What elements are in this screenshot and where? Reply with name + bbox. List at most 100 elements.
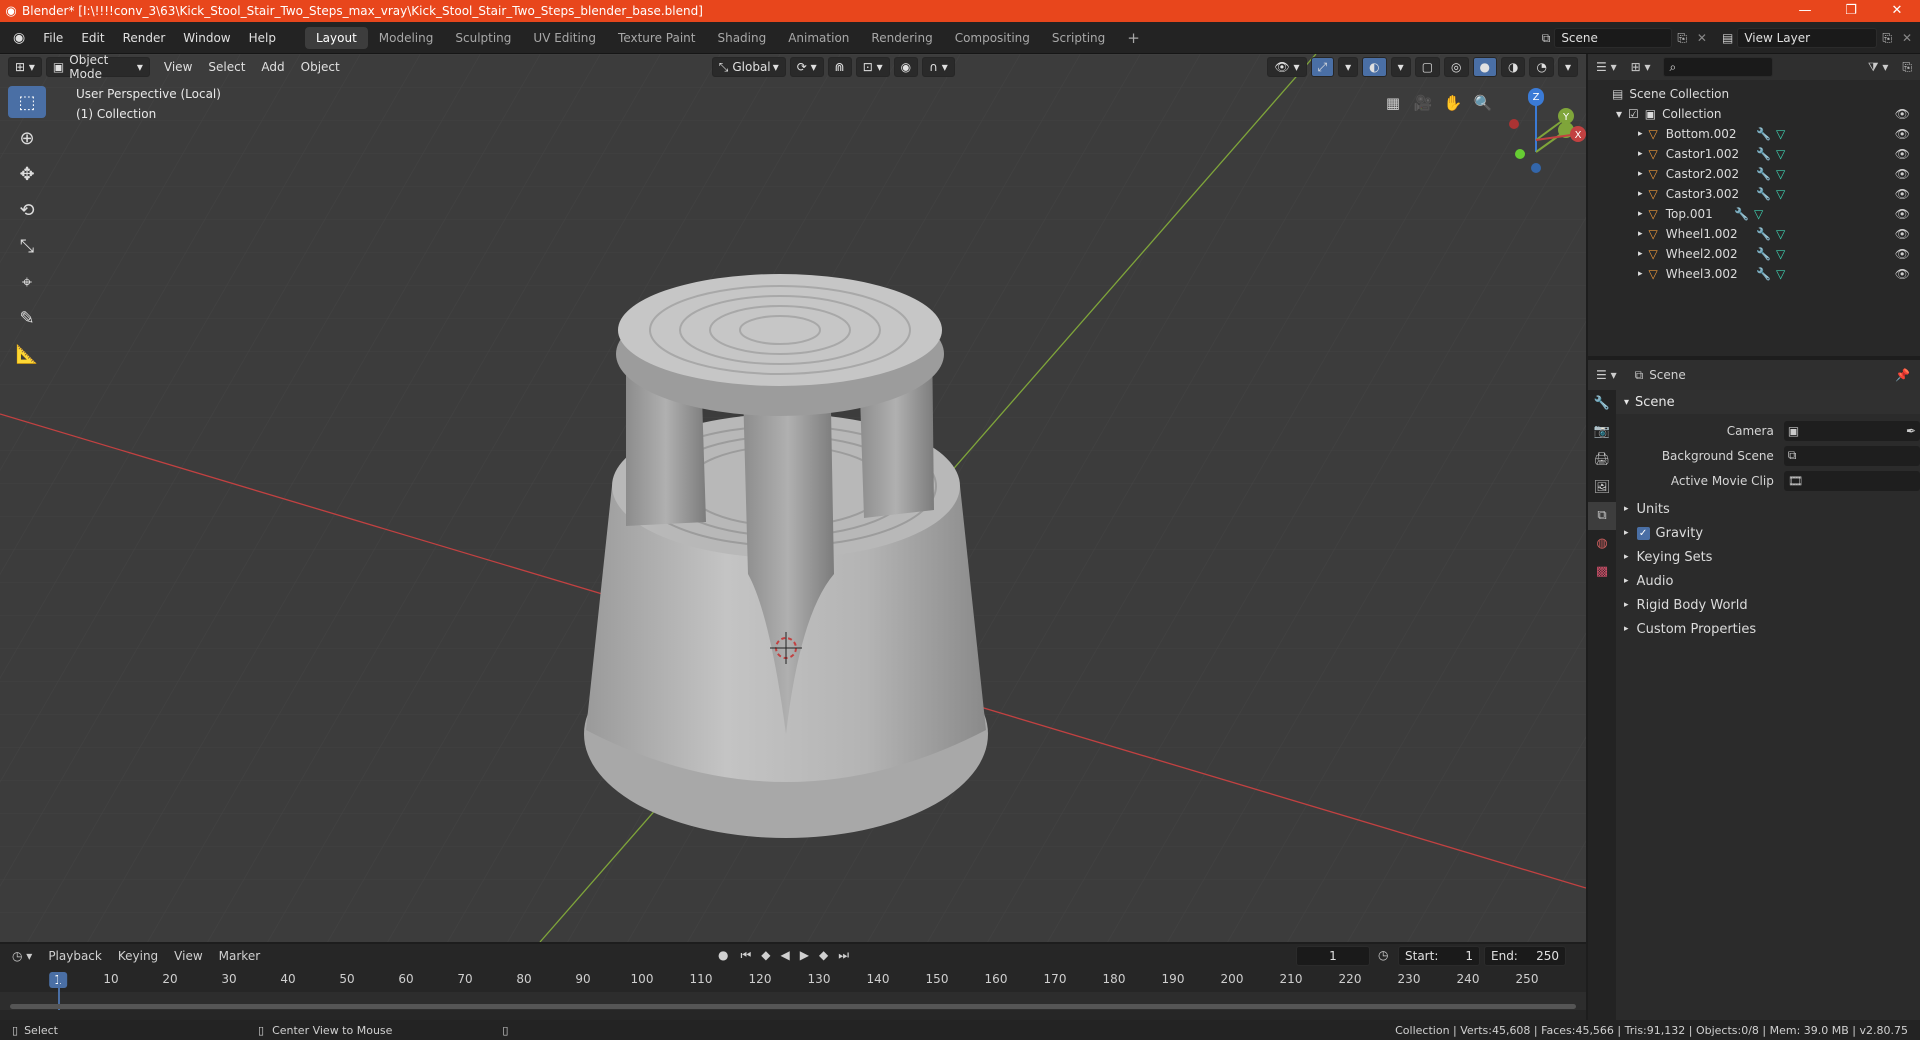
outliner-item[interactable]: ▸ ▽ Top.001 🔧 ▽ 👁 bbox=[1588, 204, 1920, 224]
outliner-item[interactable]: ▸ ▽ Castor2.002 🔧 ▽ 👁 bbox=[1588, 164, 1920, 184]
tab-modeling[interactable]: Modeling bbox=[368, 27, 445, 49]
select-box-tool[interactable]: ⬚ bbox=[8, 86, 46, 118]
tab-shading[interactable]: Shading bbox=[706, 27, 777, 49]
expand-arrow-icon[interactable]: ▸ bbox=[1638, 209, 1643, 219]
view-layer-field[interactable]: View Layer bbox=[1737, 28, 1878, 48]
eye-icon[interactable]: 👁 bbox=[1895, 167, 1910, 181]
transform-tool[interactable]: ⌖ bbox=[8, 266, 46, 298]
background-scene-field[interactable]: ⧉ bbox=[1783, 445, 1920, 466]
scene-panel-header[interactable]: ▾ Scene bbox=[1616, 390, 1920, 414]
pan-hand-icon[interactable]: ✋ bbox=[1438, 88, 1468, 118]
view-layer-tab-icon[interactable]: 🖼 bbox=[1588, 474, 1616, 502]
audio-panel-header[interactable]: ▸ Audio bbox=[1616, 569, 1920, 593]
texture-tab-icon[interactable]: ▩ bbox=[1588, 558, 1616, 586]
active-movie-clip-field[interactable]: 🎞 bbox=[1783, 470, 1920, 491]
gizmo-toggle[interactable]: ⤢ bbox=[1310, 57, 1335, 77]
grid-view-icon[interactable]: ▦ bbox=[1378, 88, 1408, 118]
transform-orientation-dropdown[interactable]: ⤡ Global ▾ bbox=[711, 57, 786, 77]
expand-arrow-icon[interactable]: ▾ bbox=[1616, 107, 1622, 121]
blender-menu-icon[interactable]: ◉ bbox=[4, 30, 34, 46]
scale-tool[interactable]: ⤡ bbox=[8, 230, 46, 262]
shading-wireframe[interactable]: ◎ bbox=[1444, 57, 1469, 77]
3d-viewport[interactable]: Z Y X ⊞ ▾ ▣ Object Mode ▾ View Select Ad… bbox=[0, 54, 1586, 942]
gravity-checkbox[interactable]: ✓ bbox=[1636, 526, 1650, 540]
custom-properties-panel-header[interactable]: ▸ Custom Properties bbox=[1616, 617, 1920, 641]
shading-dropdown[interactable]: ▾ bbox=[1557, 57, 1578, 77]
outliner-item[interactable]: ▸ ▽ Castor1.002 🔧 ▽ 👁 bbox=[1588, 144, 1920, 164]
menu-object[interactable]: Object bbox=[293, 60, 348, 74]
zoom-icon[interactable]: 🔍 bbox=[1468, 88, 1498, 118]
snap-toggle[interactable]: ⋒ bbox=[827, 57, 852, 77]
keying-sets-panel-header[interactable]: ▸ Keying Sets bbox=[1616, 545, 1920, 569]
tool-tab-icon[interactable]: 🔧 bbox=[1588, 390, 1616, 418]
maximize-button[interactable]: ❐ bbox=[1828, 0, 1874, 22]
tab-rendering[interactable]: Rendering bbox=[860, 27, 943, 49]
menu-marker[interactable]: Marker bbox=[211, 949, 268, 963]
overlay-toggle[interactable]: ◐ bbox=[1362, 57, 1387, 77]
end-frame-field[interactable]: End: 250 bbox=[1484, 946, 1566, 966]
clock-icon[interactable]: ◷ bbox=[1378, 948, 1388, 962]
timeline-track[interactable] bbox=[0, 972, 1586, 1010]
tab-sculpting[interactable]: Sculpting bbox=[444, 27, 522, 49]
shading-solid[interactable]: ● bbox=[1472, 57, 1497, 77]
gizmo-dropdown[interactable]: ▾ bbox=[1338, 57, 1359, 77]
start-frame-field[interactable]: Start: 1 bbox=[1398, 946, 1480, 966]
proportional-falloff-button[interactable]: ∩ ▾ bbox=[922, 57, 955, 77]
xray-toggle[interactable]: ▢ bbox=[1414, 57, 1441, 77]
expand-arrow-icon[interactable]: ▸ bbox=[1638, 229, 1643, 239]
play-reverse-icon[interactable]: ◀ bbox=[777, 948, 794, 963]
outliner-collection[interactable]: ▾ ☑ ▣ Collection 👁 bbox=[1588, 104, 1920, 124]
eye-icon[interactable]: 👁 bbox=[1895, 187, 1910, 201]
record-icon[interactable]: ● bbox=[712, 948, 734, 963]
output-tab-icon[interactable]: 🖨 bbox=[1588, 446, 1616, 474]
eye-icon[interactable]: 👁 bbox=[1895, 207, 1910, 221]
eye-icon[interactable]: 👁 bbox=[1895, 147, 1910, 161]
new-view-layer-icon[interactable]: ⎘ bbox=[1877, 31, 1897, 46]
move-tool[interactable]: ✥ bbox=[8, 158, 46, 190]
visibility-button[interactable]: 👁 ▾ bbox=[1267, 57, 1307, 77]
shading-material[interactable]: ◑ bbox=[1501, 57, 1526, 77]
object-mode-dropdown[interactable]: ▣ Object Mode ▾ bbox=[45, 54, 150, 81]
filter-icon[interactable]: ⧩ ▾ bbox=[1862, 60, 1895, 75]
pin-icon[interactable]: 📌 bbox=[1895, 368, 1920, 382]
gravity-panel-header[interactable]: ▸ ✓ Gravity bbox=[1616, 521, 1920, 545]
menu-file[interactable]: File bbox=[34, 31, 72, 45]
timeline-ruler[interactable]: 1 10 20 30 40 50 60 70 80 90 100 110 120… bbox=[0, 972, 1586, 992]
remove-view-layer-icon[interactable]: ✕ bbox=[1897, 31, 1920, 45]
camera-view-icon[interactable]: 🎥 bbox=[1408, 88, 1438, 118]
proportional-edit-toggle[interactable]: ◉ bbox=[893, 57, 919, 77]
new-scene-icon[interactable]: ⎘ bbox=[1672, 31, 1692, 46]
outliner-item[interactable]: ▸ ▽ Wheel2.002 🔧 ▽ 👁 bbox=[1588, 244, 1920, 264]
tab-layout[interactable]: Layout bbox=[304, 26, 368, 49]
menu-add[interactable]: Add bbox=[253, 60, 292, 74]
outliner-editor-type-icon[interactable]: ☰ ▾ bbox=[1588, 60, 1625, 74]
outliner-item[interactable]: ▸ ▽ Bottom.002 🔧 ▽ 👁 bbox=[1588, 124, 1920, 144]
eye-icon[interactable]: 👁 bbox=[1895, 107, 1910, 121]
outliner-item[interactable]: ▸ ▽ Wheel3.002 🔧 ▽ 👁 bbox=[1588, 264, 1920, 284]
menu-edit[interactable]: Edit bbox=[72, 31, 113, 45]
expand-arrow-icon[interactable]: ▸ bbox=[1638, 169, 1643, 179]
remove-scene-icon[interactable]: ✕ bbox=[1692, 31, 1712, 45]
measure-tool[interactable]: 📐 bbox=[8, 338, 46, 370]
snap-target-button[interactable]: ⊡ ▾ bbox=[855, 57, 890, 77]
camera-field[interactable]: ▣ ✒ bbox=[1783, 420, 1920, 441]
rigid-body-world-panel-header[interactable]: ▸ Rigid Body World bbox=[1616, 593, 1920, 617]
outliner-item[interactable]: ▸ ▽ Wheel1.002 🔧 ▽ 👁 bbox=[1588, 224, 1920, 244]
world-tab-icon[interactable]: ◍ bbox=[1588, 530, 1616, 558]
expand-arrow-icon[interactable]: ▸ bbox=[1638, 189, 1643, 199]
expand-arrow-icon[interactable]: ▸ bbox=[1638, 149, 1643, 159]
tab-compositing[interactable]: Compositing bbox=[944, 27, 1041, 49]
timeline-scrollbar[interactable] bbox=[10, 1004, 1576, 1009]
pivot-point-button[interactable]: ⟳ ▾ bbox=[789, 57, 824, 77]
prev-keyframe-icon[interactable]: ◆ bbox=[757, 948, 774, 963]
timeline-editor-type-icon[interactable]: ◷ ▾ bbox=[0, 949, 40, 963]
outliner-scene-collection[interactable]: ▤ Scene Collection bbox=[1588, 84, 1920, 104]
menu-render[interactable]: Render bbox=[114, 31, 175, 45]
menu-help[interactable]: Help bbox=[240, 31, 285, 45]
rotate-tool[interactable]: ⟲ bbox=[8, 194, 46, 226]
properties-editor-type-icon[interactable]: ☰ ▾ bbox=[1588, 368, 1625, 382]
tab-scripting[interactable]: Scripting bbox=[1041, 27, 1116, 49]
eye-icon[interactable]: 👁 bbox=[1895, 227, 1910, 241]
menu-playback[interactable]: Playback bbox=[40, 949, 110, 963]
units-panel-header[interactable]: ▸ Units bbox=[1616, 497, 1920, 521]
